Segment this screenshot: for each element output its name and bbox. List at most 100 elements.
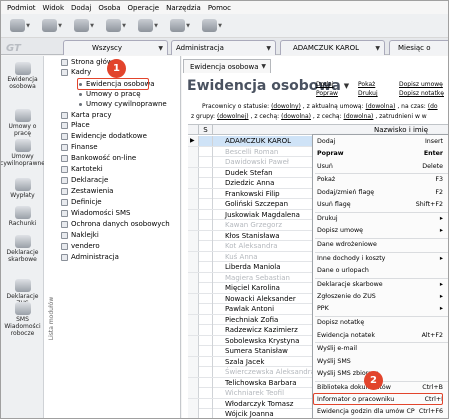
- tree-label: Zestawienia: [71, 187, 114, 195]
- link-popraw[interactable]: Popraw: [316, 90, 338, 97]
- filter-feature-dropdown[interactable]: (dowolna): [281, 113, 311, 120]
- link-dopisz-notatke[interactable]: Dopisz notatkę: [399, 90, 444, 97]
- context-menu-item[interactable]: Dane o urlopach: [313, 266, 448, 276]
- filter-group-dropdown[interactable]: (dowolnej): [217, 113, 249, 120]
- menu-separator: [315, 251, 448, 253]
- sidebar-item-wyplaty[interactable]: Wypłaty: [1, 178, 44, 199]
- step-badge-2: 2: [364, 371, 383, 390]
- context-menu-item[interactable]: Zgłoszenie do ZUS ▸: [313, 292, 448, 302]
- tree-label: Administracja: [71, 253, 119, 261]
- tree-item-ochrona[interactable]: Ochrona danych osobowych: [61, 219, 170, 229]
- context-menu-item[interactable]: Inne dochody i koszty ▸: [313, 254, 448, 264]
- tree-item-umowy-prace[interactable]: Umowy o pracę: [79, 89, 141, 99]
- sidebar-item-sms[interactable]: SMS Wiadomości robocze: [1, 302, 44, 337]
- tree-item-administracja[interactable]: Administracja: [61, 252, 119, 262]
- filter-time-dropdown[interactable]: (do: [428, 103, 438, 110]
- tree-item-naklejki[interactable]: Naklejki: [61, 230, 99, 240]
- context-menu-item[interactable]: Dopisz notatkę: [313, 318, 448, 328]
- menu-dodaj[interactable]: Dodaj: [71, 4, 91, 12]
- sidebar-item-rachunki[interactable]: Rachunki: [1, 206, 44, 227]
- tree-item-definicje[interactable]: Definicje: [61, 197, 102, 207]
- context-menu-item[interactable]: Ewidencja godzin dla umów CP Ctrl+F6: [313, 407, 448, 417]
- tree-item-finanse[interactable]: Finanse: [61, 142, 98, 152]
- tree-item-zestawienia[interactable]: Zestawienia: [61, 186, 113, 196]
- filter-contract-dropdown[interactable]: (dowolna): [366, 103, 396, 110]
- menu-separator: [315, 316, 448, 318]
- toolbar-button-3[interactable]: ▼: [69, 16, 99, 36]
- tab-miesiac[interactable]: Miesiąc o: [389, 40, 448, 55]
- sidebar-item-umowy-prace[interactable]: Umowy o pracę: [1, 109, 44, 137]
- context-menu-item[interactable]: Dopisz umowę ▸: [313, 226, 448, 236]
- menu-podmiot[interactable]: Podmiot: [7, 4, 36, 12]
- context-menu-item[interactable]: Drukuj ▸: [313, 214, 448, 224]
- sidebar-item-deklaracje-skarbowe[interactable]: Deklaracje skarbowe: [1, 235, 44, 263]
- context-menu-item[interactable]: Usuń Delete: [313, 162, 448, 172]
- tree-item-ewid-dod[interactable]: Ewidencje dodatkowe: [61, 131, 147, 141]
- context-menu-item[interactable]: Popraw Enter: [313, 149, 448, 159]
- tree-item-bank[interactable]: Bankowość on-line: [61, 153, 136, 163]
- toolbar-button-6[interactable]: ▼: [165, 16, 195, 36]
- row-name: Frankowski Filip: [225, 189, 280, 198]
- menu-pomoc[interactable]: Pomoc: [208, 4, 231, 12]
- context-menu-item[interactable]: Deklaracje skarbowe ▸: [313, 280, 448, 290]
- filter-label: , z cechą:: [312, 113, 342, 120]
- context-menu-item[interactable]: Usuń flagę Shift+F2: [313, 200, 448, 210]
- filter-feature2-dropdown[interactable]: (dowolna): [344, 113, 374, 120]
- toolbar-button-2[interactable]: ▼: [37, 16, 67, 36]
- tree-item-kartoteki[interactable]: Kartoteki: [61, 164, 103, 174]
- filter-status-dropdown[interactable]: (dowolny): [271, 103, 301, 110]
- document-tab[interactable]: Ewidencja osobowa ▼: [183, 59, 271, 73]
- toolbar-button-4[interactable]: ▼: [101, 16, 131, 36]
- row-name: Dawidowski Paweł: [225, 158, 289, 166]
- toolbar-button-5[interactable]: ▼: [133, 16, 163, 36]
- grid-header-s[interactable]: S: [199, 125, 213, 135]
- sidebar-item-ewidencja[interactable]: Ewidencja osobowa: [1, 62, 44, 90]
- chevron-down-icon[interactable]: ▼: [344, 82, 349, 90]
- chevron-down-icon: ▼: [186, 22, 190, 29]
- context-menu-item[interactable]: Ewidencja notatek Alt+F2: [313, 331, 448, 341]
- tab-wszyscy[interactable]: Wszyscy ▼: [63, 40, 168, 55]
- context-menu-item[interactable]: Dodaj/zmień flagę F2: [313, 188, 448, 198]
- link-pokaz[interactable]: Pokaż: [358, 81, 375, 88]
- link-drukuj[interactable]: Drukuj: [358, 90, 378, 97]
- tree-item-vendero[interactable]: vendero: [61, 241, 100, 251]
- link-dodaj[interactable]: Dodaj: [316, 81, 333, 88]
- menu-widok[interactable]: Widok: [43, 4, 65, 12]
- tree-item-deklaracje[interactable]: Deklaracje: [61, 175, 108, 185]
- row-indicator: [188, 178, 199, 188]
- context-menu-item[interactable]: Dodaj Insert: [313, 137, 448, 147]
- sidebar-item-umowy-cyw[interactable]: Umowy cywilnoprawne: [1, 139, 45, 167]
- menu-operacje[interactable]: Operacje: [128, 4, 160, 12]
- context-menu-item[interactable]: Dane wdrożeniowe: [313, 240, 448, 250]
- tree-item-place[interactable]: Płace: [61, 120, 90, 130]
- toolbar-button-7[interactable]: ▼: [197, 16, 227, 36]
- tab-employee[interactable]: ADAMCZUK KAROL ▼: [280, 40, 385, 55]
- row-status-cell: [199, 199, 213, 209]
- context-menu-item[interactable]: Wyślij e-mail: [313, 344, 448, 354]
- tree-item-umowy-cyw[interactable]: Umowy cywilnoprawne: [79, 99, 167, 109]
- chevron-down-icon[interactable]: ▼: [375, 45, 380, 52]
- highlight-box-tree: [77, 78, 149, 90]
- tab-administracja[interactable]: Administracja ▼: [171, 40, 276, 55]
- bullet-icon: [79, 92, 82, 96]
- menu-osoba[interactable]: Osoba: [98, 4, 120, 12]
- tree-item-karta[interactable]: Karta pracy: [61, 110, 112, 120]
- chevron-down-icon[interactable]: ▼: [266, 45, 271, 52]
- context-menu-item[interactable]: Wyślij SMS: [313, 357, 448, 367]
- module-list-vertical-tab[interactable]: Lista modułów: [48, 287, 56, 349]
- tree-item-wiadomosci[interactable]: Wiadomości SMS: [61, 208, 130, 218]
- row-name: Goliński Szczepan: [225, 200, 289, 208]
- chevron-down-icon[interactable]: ▼: [158, 45, 163, 52]
- tab-label: ADAMCZUK KAROL: [293, 44, 360, 52]
- tree-item-kadry[interactable]: Kadry: [61, 67, 91, 77]
- context-menu-item[interactable]: Pokaż F3: [313, 175, 448, 185]
- menu-item-shortcut: Alt+F2: [421, 331, 443, 339]
- toolbar-button-1[interactable]: ▼: [5, 16, 35, 36]
- context-menu-item[interactable]: PPK ▸: [313, 304, 448, 314]
- chevron-down-icon[interactable]: ▼: [261, 63, 266, 70]
- row-status-cell: [199, 325, 213, 335]
- link-dopisz-umowe[interactable]: Dopisz umowę: [399, 81, 443, 88]
- menu-item-shortcut: ▸: [439, 254, 443, 262]
- menu-narzedzia[interactable]: Narzędzia: [166, 4, 201, 12]
- menu-bar: Podmiot Widok Dodaj Osoba Operacje Narzę…: [1, 1, 448, 14]
